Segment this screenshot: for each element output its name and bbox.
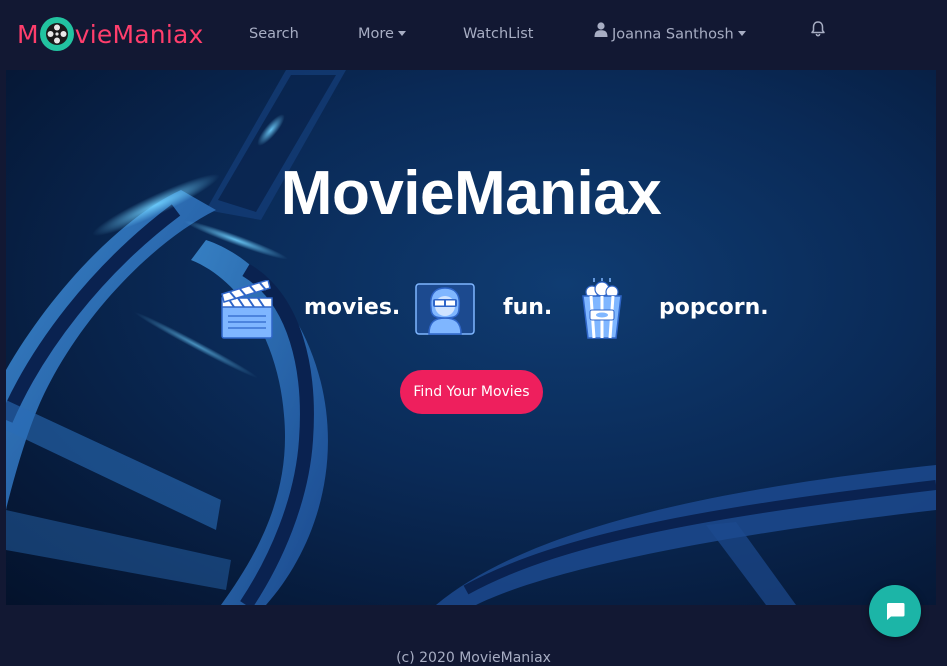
brand-name-suffix: vieManiax [74,19,204,49]
feature-label-fun: fun. [503,295,553,320]
caret-down-icon [397,30,406,36]
navbar: M vieManiax Search More WatchList Joanna [0,0,947,66]
chat-button[interactable] [869,585,921,637]
popcorn-icon [580,277,624,344]
caret-down-icon [737,31,746,36]
user-icon [594,22,608,43]
viewer-3d-glasses-icon [415,282,475,340]
hero-banner: MovieManiax movies. fun. popcorn. Find Y… [6,70,936,605]
film-reel-icon [39,17,74,51]
nav-search-label: Search [249,26,299,42]
nav-user-dropdown[interactable]: Joanna Santhosh [594,22,746,44]
bell-icon[interactable] [810,20,826,42]
feature-label-popcorn: popcorn. [659,295,769,320]
nav-search[interactable]: Search [249,24,299,44]
nav-more-label: More [358,26,394,42]
brand-logo[interactable]: M vieManiax [17,14,204,54]
clapperboard-icon [220,279,274,344]
hero-title: MovieManiax [280,159,662,228]
footer-copyright: (c) 2020 MovieManiax [396,650,551,666]
nav-more-dropdown[interactable]: More [358,24,406,44]
nav-watchlist-label: WatchList [463,26,534,42]
chat-bubble-icon [887,603,905,620]
feature-label-movies: movies. [304,295,401,320]
nav-watchlist[interactable]: WatchList [463,24,534,44]
nav-user-label: Joanna Santhosh [612,26,734,43]
brand-name-prefix: M [17,19,39,49]
find-your-movies-button[interactable]: Find Your Movies [400,370,543,414]
